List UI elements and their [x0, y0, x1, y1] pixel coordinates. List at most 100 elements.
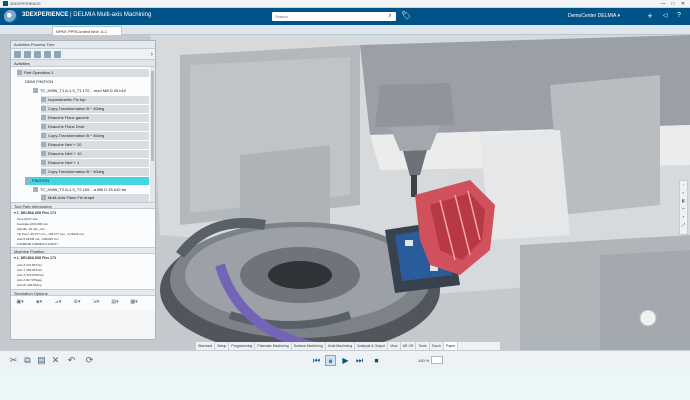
maximize-button[interactable]: □ [668, 0, 678, 8]
tree-row[interactable]: Ebauche Nerf + 20 [41, 141, 149, 149]
tree-scrollbar[interactable] [150, 67, 155, 202]
tab-standard[interactable]: Standard [196, 342, 216, 350]
tree-row[interactable]: Part Operation.1 [17, 69, 149, 77]
delete-icon[interactable]: ✕ [50, 355, 61, 366]
operation-icon [41, 106, 46, 111]
operation-icon [41, 160, 46, 165]
paste-icon[interactable]: ▤ [36, 355, 47, 366]
tree-row[interactable]: Ebauche Nerf + 10 [41, 150, 149, 158]
app-header: 3DEXPERIENCE | DELMIA Multi-axis Machini… [0, 8, 690, 25]
collapse-icon[interactable] [44, 51, 51, 58]
scrollbar-thumb[interactable] [151, 71, 154, 161]
tree-row[interactable]: Ebauche Nerf + 1 [41, 159, 149, 167]
tab-surface-machining[interactable]: Surface Machining [292, 342, 326, 350]
filter-icon[interactable] [24, 51, 31, 58]
simulation-options-toolbar: ▣▾ ◈▾ ⊿▾ ⚙▾ ⇲▾ ▤▾ ▦▾ [11, 296, 155, 310]
process-tree[interactable]: Part Operation.1 DEMI FINITION TC_KMW_T1… [11, 67, 155, 202]
tree-row[interactable]: Multi-Axis Flank Fin drapé [41, 194, 149, 202]
tool-path-info: ▾ 1_DELMIA 8X8 Flex 173 Time 00:07:21s F… [11, 209, 155, 247]
operation-icon [41, 115, 46, 120]
tool-change-icon [33, 88, 38, 93]
expand-icon[interactable]: › [680, 182, 687, 189]
speed-dropdown[interactable] [431, 356, 443, 364]
zoom-icon[interactable]: ⌕ [680, 214, 687, 221]
filter-icon[interactable]: ⊿▾ [52, 299, 64, 306]
tree-row-label: Ebauche Nerf + 1 [48, 160, 80, 165]
tree-row-label: TC_KMW_T2 A-1 0_T2 169... a Mill D 25 b1… [40, 187, 127, 192]
tree-row[interactable]: Ebauche Flanc gauche [41, 114, 149, 122]
operation-icon [41, 169, 46, 174]
tab-prismatic-machining[interactable]: Prismatic Machining [255, 342, 292, 350]
chevron-right-icon[interactable]: › [151, 50, 153, 59]
action-bar: ✂ ⧉ ▤ ✕ ↶ ⟳ ⏮ ⏸ ▶ ⏭ ⏹ 100 % [0, 350, 690, 370]
grid-icon[interactable]: ▤▾ [109, 299, 121, 306]
tab-touch[interactable]: Touch [430, 342, 444, 350]
tree-row-label: DEMI FINITION [25, 79, 54, 84]
tree-row[interactable]: DEMI FINITION [25, 78, 149, 86]
tree-icon[interactable] [14, 51, 21, 58]
tool-path-name[interactable]: ▾ 1_DELMIA 8X8 Flex 173 [14, 211, 56, 215]
tree-row-label: Ebauche Nerf + 10 [48, 151, 82, 156]
tree-row-label: Isoparametric Fin top [48, 97, 86, 102]
tab-analysis-output[interactable]: Analysis & Output [355, 342, 389, 350]
measure-icon[interactable]: ⇲▾ [90, 299, 102, 306]
share-icon[interactable]: ◁ [660, 11, 670, 21]
layers-icon[interactable]: ◈▾ [33, 299, 45, 306]
expand-icon[interactable] [34, 51, 41, 58]
plus-icon[interactable]: + [645, 11, 655, 21]
cut-icon[interactable]: ✂ [680, 206, 687, 213]
help-icon[interactable]: ? [674, 11, 684, 21]
tab-axial-machining[interactable]: Axial Machining [326, 342, 356, 350]
stop-button[interactable]: ⏹ [371, 355, 382, 366]
pause-button[interactable]: ⏸ [325, 355, 336, 366]
tree-row[interactable]: Copy-Transformation B * 40deg [41, 168, 149, 176]
tool-path-line: Axis 0.04345 ma, -0.80345 mm [17, 237, 59, 241]
machine-position-title: Machine Position [11, 247, 155, 254]
search-input[interactable] [272, 12, 396, 21]
fit-icon[interactable]: ⤢ [680, 222, 687, 229]
tree-row[interactable]: Isoparametric Fin top [41, 96, 149, 104]
tree-row[interactable]: Ebauche Flanc Droit [41, 123, 149, 131]
tab-tools[interactable]: Tools [416, 342, 430, 350]
tab-paper[interactable]: Paper [444, 342, 459, 350]
video-icon[interactable]: ▣▾ [14, 299, 26, 306]
tab-programming[interactable]: Programming [229, 342, 256, 350]
tree-row[interactable]: Copy-Transformation B * 40deg [41, 132, 149, 140]
tag-icon[interactable]: 🏷 [401, 11, 411, 21]
minimize-button[interactable]: — [658, 0, 668, 8]
machine-name[interactable]: ▾ 1_DELMIA 8X8 Flex 173 [14, 256, 56, 260]
display-icon[interactable]: ▦▾ [128, 299, 140, 306]
tree-row-selected[interactable]: FINITION [25, 177, 149, 185]
tab-pprcontext[interactable]: NPKE PPRContext Ishb .A.1 [52, 26, 122, 35]
operation-icon [41, 124, 46, 129]
tree-row[interactable]: Copy-Transformation B * 40deg [41, 105, 149, 113]
tree-row[interactable]: TC_KMW_T1 A-1 0_T1 170... mod Mill D 25 … [33, 87, 149, 95]
tree-row-label: Ebauche Flanc gauche [48, 115, 89, 120]
app-window: 3DEXPERIENCE — □ ✕ 3DEXPERIENCE | DELMIA… [0, 0, 690, 400]
fast-forward-button[interactable]: ⏭ [354, 355, 365, 366]
render-icon[interactable]: ◧ [680, 198, 687, 205]
operation-icon [41, 142, 46, 147]
settings-icon[interactable]: ⚙▾ [71, 299, 83, 306]
tool-path-line: Time 00:07:21s [17, 217, 38, 221]
document-tab-bar: NPKE PPRContext Ishb .A.1 [0, 25, 690, 35]
tool-path-line: Spindle -20 turn_mm [17, 227, 45, 231]
tab-view[interactable]: View [388, 342, 401, 350]
update-icon[interactable]: ⟳ [84, 355, 95, 366]
search-icon[interactable]: ⌕ [384, 12, 396, 21]
operation-icon [41, 151, 46, 156]
undo-icon[interactable]: ↶ [66, 355, 77, 366]
tab-ar-vr[interactable]: AR-VR [401, 342, 417, 350]
view-icon[interactable]: ◐ [680, 190, 687, 197]
user-menu[interactable]: DemoCenter DELMIA ▾ [568, 13, 620, 19]
close-button[interactable]: ✕ [678, 0, 688, 8]
tab-setup[interactable]: Setup [215, 342, 230, 350]
compass-icon[interactable] [4, 10, 17, 23]
rewind-button[interactable]: ⏮ [311, 355, 322, 366]
cut-icon[interactable]: ✂ [8, 355, 19, 366]
tree-row[interactable]: TC_KMW_T2 A-1 0_T2 169... a Mill D 25 b1… [33, 186, 149, 194]
brand-title: 3DEXPERIENCE | DELMIA Multi-axis Machini… [22, 12, 151, 18]
play-button[interactable]: ▶ [340, 355, 351, 366]
settings-icon[interactable] [54, 51, 61, 58]
copy-icon[interactable]: ⧉ [22, 355, 33, 366]
